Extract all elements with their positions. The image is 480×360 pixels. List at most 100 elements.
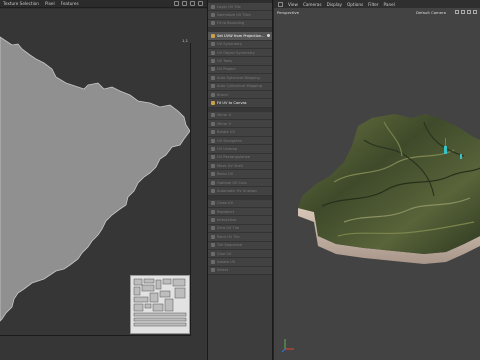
uv-command-item[interactable]: Layer UV Tile — [208, 3, 272, 12]
command-label: Relax UV — [217, 172, 234, 177]
uv-viewport[interactable]: 1,1 1,0 — [0, 9, 207, 360]
uv-command-item[interactable]: UV Rectangularize — [208, 153, 272, 163]
command-icon — [211, 172, 215, 177]
command-icon — [211, 130, 215, 135]
location-marker-small — [460, 154, 462, 159]
uv-command-item[interactable]: Zero UV Tile — [208, 224, 272, 234]
command-icon — [211, 163, 215, 168]
menu-filter[interactable]: Filter — [368, 2, 378, 7]
uv-command-item[interactable]: Automatic UV Unwrap — [208, 187, 272, 196]
uv-layout-thumbnail — [130, 275, 190, 334]
uv-command-item[interactable]: Interactive — [208, 216, 272, 225]
uv-command-rows: Layer UV Tile Normalize UV Tiles Fit to Bo… — [208, 3, 272, 276]
uv-command-item[interactable]: Select — [208, 266, 272, 276]
uv-command-item[interactable]: Normalize UV Tiles — [208, 11, 272, 20]
command-label: UV Rectangularize — [217, 155, 250, 160]
menu-view[interactable]: View — [288, 2, 298, 7]
uv-command-item[interactable]: Isolate UV — [208, 258, 272, 267]
uv-command-item[interactable]: UV Symmetry — [208, 40, 272, 49]
uv-command-item[interactable]: UV Object Symmetry — [208, 48, 272, 58]
pan-icon[interactable] — [455, 10, 459, 14]
uv-coord-top-right: 1,1 — [182, 38, 189, 43]
uv-command-item[interactable]: Tile Sequence — [208, 241, 272, 250]
command-icon — [211, 121, 215, 126]
options-dot-icon[interactable] — [267, 34, 270, 38]
command-icon — [211, 75, 215, 80]
uv-command-item[interactable]: Relax UV — [208, 170, 272, 179]
uv-command-item[interactable]: Brand — [208, 90, 272, 100]
menu-options[interactable]: Options — [347, 2, 363, 7]
uv-command-item[interactable]: Close UV — [208, 199, 272, 208]
uv-command-item[interactable]: Mirror V — [208, 120, 272, 129]
command-label: Auto Cylindrical Mapping — [217, 84, 262, 89]
command-label: Tile Sequence — [217, 243, 243, 248]
frame-icon[interactable] — [190, 1, 195, 6]
uv-command-item[interactable]: Fit to Bounding — [208, 19, 272, 29]
uv-command-item[interactable]: Optimal UV Cuts — [208, 178, 272, 188]
menu-pixel[interactable]: Pixel — [45, 1, 55, 6]
uv-command-item[interactable]: UV Straighten — [208, 136, 272, 146]
command-label: Automatic UV Unwrap — [217, 188, 257, 193]
command-icon — [211, 234, 215, 239]
viewport-nav-icons — [455, 10, 477, 14]
uv-command-item[interactable]: Glue UV — [208, 249, 272, 259]
terrain-render[interactable] — [274, 0, 480, 360]
uv-command-item[interactable]: UV Tools — [208, 57, 272, 66]
menu-texture-selection[interactable]: Texture Selection — [3, 1, 39, 6]
panel-layout-icon[interactable] — [198, 1, 203, 6]
command-icon — [211, 84, 215, 89]
uv-command-list: Layer UV Tile Normalize UV Tiles Fit to Bo… — [207, 0, 273, 360]
command-label: Layer UV Tile — [217, 4, 241, 9]
command-icon — [211, 201, 215, 206]
uv-command-item[interactable]: Auto Cylindrical Mapping — [208, 82, 272, 91]
command-label: Normalize UV Tiles — [217, 13, 251, 18]
command-label: Reproject — [217, 209, 235, 214]
command-icon — [211, 146, 215, 151]
uv-editor-menubar: Texture Selection Pixel Features — [0, 0, 207, 8]
command-icon — [211, 67, 215, 72]
command-label: Move UV Shell — [217, 163, 243, 168]
command-label: UV Object Symmetry — [217, 50, 255, 55]
command-icon — [211, 13, 215, 18]
uv-command-item[interactable]: Set UVW from Projection... — [208, 32, 272, 41]
command-icon — [211, 155, 215, 160]
command-icon — [211, 59, 215, 64]
command-label: Fit to Bounding — [217, 21, 245, 26]
command-label: Optimal UV Cuts — [217, 180, 247, 185]
uv-command-item[interactable]: Rotate UV — [208, 128, 272, 137]
uv-command-item[interactable]: Fit UV to Canvas — [208, 99, 272, 108]
command-icon — [211, 260, 215, 265]
uv-command-item[interactable]: Auto Spherical Mapping — [208, 74, 272, 83]
rotate-icon[interactable] — [461, 10, 465, 14]
uv-command-item[interactable]: UV Unwrap — [208, 145, 272, 154]
command-icon — [211, 268, 215, 273]
command-icon — [211, 33, 215, 38]
zoom-icon[interactable] — [182, 1, 187, 6]
command-icon — [211, 50, 215, 55]
uv-command-item[interactable]: Mirror U — [208, 111, 272, 121]
viewport-camera-name[interactable]: Default Camera — [416, 10, 446, 15]
move-icon[interactable] — [174, 1, 179, 6]
command-label: Mirror U — [217, 113, 232, 118]
menu-features[interactable]: Features — [61, 1, 79, 6]
command-label: Interactive — [217, 218, 237, 223]
menu-cameras[interactable]: Cameras — [303, 2, 322, 7]
command-label: Brand — [217, 92, 228, 97]
command-label: Paint UV Tile — [217, 234, 240, 239]
uv-command-item[interactable]: UV Project — [208, 65, 272, 75]
viewport-menubar: View Cameras Display Options Filter Pane… — [274, 0, 480, 8]
zoom-icon[interactable] — [467, 10, 471, 14]
uv-command-item[interactable]: Move UV Shell — [208, 162, 272, 171]
command-label: UV Straighten — [217, 138, 243, 143]
uv-command-item[interactable]: Paint UV Tile — [208, 233, 272, 242]
uv-toolbar — [174, 1, 203, 6]
uv-command-item[interactable]: Reproject — [208, 207, 272, 217]
command-label: Rotate UV — [217, 130, 235, 135]
command-icon — [211, 4, 215, 9]
command-label: Glue UV — [217, 251, 232, 256]
menu-panel[interactable]: Panel — [384, 2, 395, 7]
viewport-layout-icon[interactable] — [278, 1, 283, 7]
maximize-icon[interactable] — [473, 10, 477, 14]
command-label: Mirror V — [217, 121, 232, 126]
menu-display[interactable]: Display — [327, 2, 342, 7]
